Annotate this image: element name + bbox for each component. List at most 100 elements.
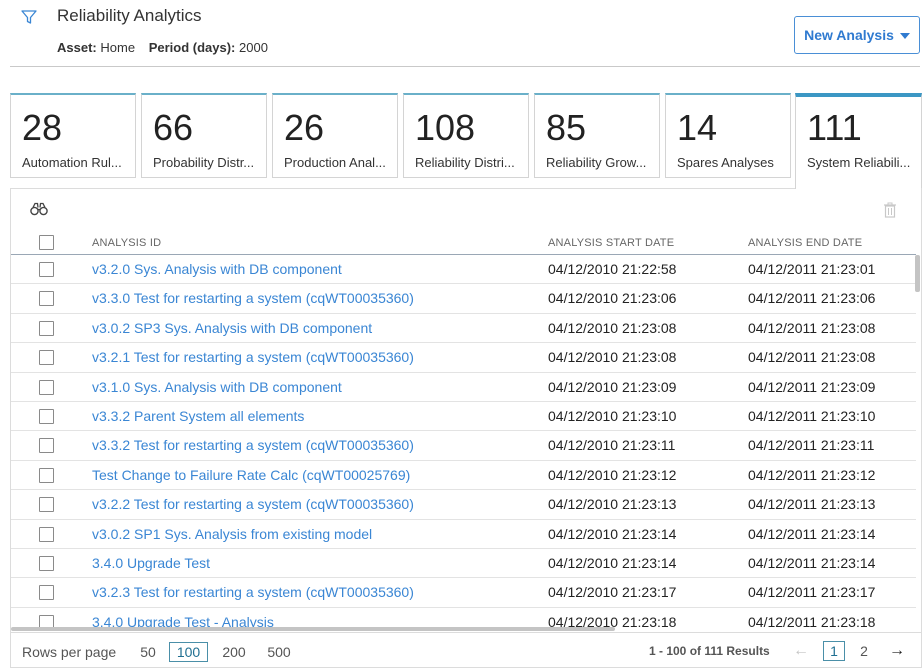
start-date-cell: 04/12/2010 21:23:14 <box>548 525 677 542</box>
start-date-cell: 04/12/2010 21:23:13 <box>548 496 677 513</box>
tile-label: Automation Rul... <box>22 155 122 170</box>
row-checkbox[interactable] <box>39 497 54 513</box>
table-row[interactable]: v3.3.2 Parent System all elements 04/12/… <box>11 402 916 432</box>
table-row[interactable]: v3.3.0 Test for restarting a system (cqW… <box>11 284 916 314</box>
horizontal-scrollbar[interactable] <box>11 627 615 631</box>
table-row[interactable]: v3.0.2 SP1 Sys. Analysis from existing m… <box>11 520 916 549</box>
analysis-id-link[interactable]: 3.4.0 Upgrade Test <box>92 555 210 571</box>
table-row[interactable]: v3.3.2 Test for restarting a system (cqW… <box>11 431 916 461</box>
row-checkbox[interactable] <box>39 556 54 571</box>
table-row[interactable]: v3.1.0 Sys. Analysis with DB component 0… <box>11 373 916 402</box>
tile-reliability-distribution[interactable]: 108 Reliability Distri... <box>403 93 529 178</box>
new-analysis-button[interactable]: New Analysis <box>794 16 920 54</box>
table-row[interactable]: v3.2.0 Sys. Analysis with DB component 0… <box>11 255 916 285</box>
end-date-cell: 04/12/2011 21:23:12 <box>748 466 876 483</box>
row-checkbox[interactable] <box>39 438 54 454</box>
row-checkbox[interactable] <box>39 467 54 483</box>
row-checkbox[interactable] <box>39 320 54 336</box>
end-date-cell: 04/12/2011 21:23:18 <box>748 613 876 627</box>
analysis-id-link[interactable]: 3.4.0 Upgrade Test - Analysis <box>92 614 274 627</box>
analysis-id-link[interactable]: v3.2.1 Test for restarting a system (cqW… <box>92 349 414 365</box>
table-row[interactable]: v3.0.2 SP3 Sys. Analysis with DB compone… <box>11 314 916 344</box>
tile-count: 28 <box>22 107 63 148</box>
asset-value: Home <box>100 40 136 55</box>
end-date-cell: 04/12/2011 21:23:06 <box>748 290 876 307</box>
start-date-cell: 04/12/2010 21:23:10 <box>548 408 677 424</box>
analysis-id-link[interactable]: v3.3.2 Parent System all elements <box>92 408 304 424</box>
rows-per-page-option-200[interactable]: 200 <box>218 642 250 662</box>
start-date-cell: 04/12/2010 21:23:08 <box>548 319 677 336</box>
tile-count: 14 <box>677 107 718 148</box>
tile-count: 108 <box>415 107 476 148</box>
tile-label: Spares Analyses <box>677 155 774 170</box>
row-checkbox[interactable] <box>39 614 54 627</box>
analysis-id-link[interactable]: v3.2.0 Sys. Analysis with DB component <box>92 261 342 277</box>
page-1-button[interactable]: 1 <box>823 641 845 661</box>
tile-reliability-growth[interactable]: 85 Reliability Grow... <box>534 93 660 178</box>
row-checkbox[interactable] <box>39 585 54 601</box>
arrow-left-icon[interactable]: ← <box>792 641 810 661</box>
row-checkbox[interactable] <box>39 526 54 542</box>
analysis-type-tiles: 28 Automation Rul... 66 Probability Dist… <box>10 93 922 189</box>
period-value: 2000 <box>239 40 268 55</box>
start-date-cell: 04/12/2010 21:23:11 <box>548 437 676 454</box>
end-date-cell: 04/12/2011 21:23:10 <box>748 408 876 424</box>
analysis-id-link[interactable]: v3.0.2 SP1 Sys. Analysis from existing m… <box>92 526 372 542</box>
tile-system-reliability[interactable]: 111 System Reliabili... <box>795 93 922 189</box>
end-date-cell: 04/12/2011 21:23:13 <box>748 496 876 513</box>
row-checkbox[interactable] <box>39 379 54 395</box>
table-row[interactable]: v3.2.3 Test for restarting a system (cqW… <box>11 578 916 608</box>
trash-icon[interactable] <box>883 202 897 218</box>
results-count: 1 - 100 of 111 Results <box>649 644 770 658</box>
table-row[interactable]: v3.2.2 Test for restarting a system (cqW… <box>11 490 916 520</box>
start-date-cell: 04/12/2010 21:23:06 <box>548 290 677 307</box>
rows-per-page-option-100[interactable]: 100 <box>169 642 208 662</box>
column-header-end-date[interactable]: ANALYSIS END DATE <box>748 237 862 249</box>
binoculars-icon[interactable] <box>30 202 48 216</box>
end-date-cell: 04/12/2011 21:23:09 <box>748 378 876 395</box>
analysis-id-link[interactable]: v3.2.2 Test for restarting a system (cqW… <box>92 496 414 512</box>
row-checkbox[interactable] <box>39 262 54 277</box>
analysis-id-link[interactable]: v3.1.0 Sys. Analysis with DB component <box>92 379 342 395</box>
tile-production-analyses[interactable]: 26 Production Anal... <box>272 93 398 178</box>
rows-per-page-option-500[interactable]: 500 <box>263 642 295 662</box>
table-row[interactable]: 3.4.0 Upgrade Test - Analysis 04/12/2010… <box>11 608 916 627</box>
table-body: v3.2.0 Sys. Analysis with DB component 0… <box>11 255 916 627</box>
tile-label: Probability Distr... <box>153 155 255 170</box>
tile-count: 66 <box>153 107 194 148</box>
footer-divider <box>10 632 922 633</box>
end-date-cell: 04/12/2011 21:23:08 <box>748 319 876 336</box>
tile-automation-rules[interactable]: 28 Automation Rul... <box>10 93 136 178</box>
tile-label: Reliability Distri... <box>415 155 515 170</box>
start-date-cell: 04/12/2010 21:23:12 <box>548 466 677 483</box>
analysis-id-link[interactable]: v3.3.0 Test for restarting a system (cqW… <box>92 290 414 306</box>
filter-icon[interactable] <box>20 8 38 26</box>
analysis-id-link[interactable]: Test Change to Failure Rate Calc (cqWT00… <box>92 467 410 483</box>
start-date-cell: 04/12/2010 21:23:18 <box>548 613 677 627</box>
start-date-cell: 04/12/2010 21:23:17 <box>548 584 677 601</box>
arrow-right-icon[interactable]: → <box>888 641 906 661</box>
end-date-cell: 04/12/2011 21:23:14 <box>748 555 876 571</box>
row-checkbox[interactable] <box>39 350 54 366</box>
tile-probability-distribution[interactable]: 66 Probability Distr... <box>141 93 267 178</box>
table-row[interactable]: v3.2.1 Test for restarting a system (cqW… <box>11 343 916 373</box>
row-checkbox[interactable] <box>39 409 54 424</box>
analysis-id-link[interactable]: v3.0.2 SP3 Sys. Analysis with DB compone… <box>92 320 372 336</box>
select-all-checkbox[interactable] <box>39 235 54 250</box>
page-2-button[interactable]: 2 <box>855 641 873 661</box>
rows-per-page-option-50[interactable]: 50 <box>136 642 160 662</box>
table-row[interactable]: 3.4.0 Upgrade Test 04/12/2010 21:23:14 0… <box>11 549 916 579</box>
tile-label: Reliability Grow... <box>546 155 647 170</box>
end-date-cell: 04/12/2011 21:23:14 <box>748 525 876 542</box>
panel-top-border <box>10 188 795 189</box>
page-title: Reliability Analytics <box>57 6 202 25</box>
table-row[interactable]: Test Change to Failure Rate Calc (cqWT00… <box>11 461 916 491</box>
start-date-cell: 04/12/2010 21:22:58 <box>548 261 677 277</box>
row-checkbox[interactable] <box>39 291 54 307</box>
tile-spares-analyses[interactable]: 14 Spares Analyses <box>665 93 791 178</box>
column-header-start-date[interactable]: ANALYSIS START DATE <box>548 237 674 249</box>
column-header-analysis-id[interactable]: ANALYSIS ID <box>92 237 161 249</box>
analysis-id-link[interactable]: v3.3.2 Test for restarting a system (cqW… <box>92 437 414 453</box>
vertical-scrollbar[interactable] <box>915 255 920 292</box>
analysis-id-link[interactable]: v3.2.3 Test for restarting a system (cqW… <box>92 584 414 600</box>
